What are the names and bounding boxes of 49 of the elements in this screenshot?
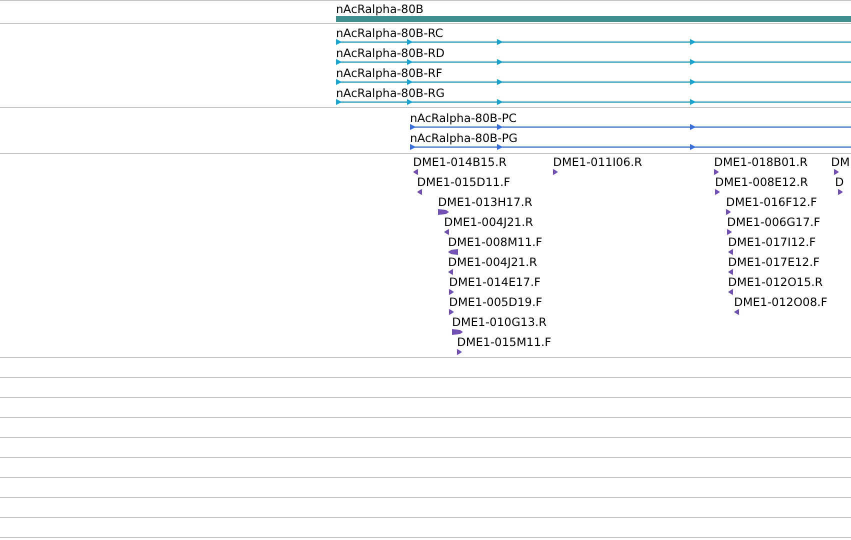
right-arrow-icon: [457, 349, 462, 355]
right-arrow-icon: [452, 329, 463, 335]
feature-label: DME1-008M11.F: [448, 235, 542, 249]
feature-label: nAcRalpha-80B-PC: [410, 111, 517, 125]
feature-label: DM: [831, 155, 850, 169]
feature-label: DME1-005D19.F: [449, 295, 542, 309]
right-arrow-icon: [727, 229, 732, 235]
feature-label: D: [835, 175, 844, 189]
feature-label: DME1-017E12.F: [728, 255, 820, 269]
right-arrow-icon: [834, 169, 839, 175]
left-arrow-icon: [734, 309, 739, 315]
left-arrow-icon: [448, 249, 458, 255]
right-arrow-icon: [714, 169, 719, 175]
right-arrow-icon: [438, 209, 449, 215]
left-arrow-icon: [413, 169, 418, 175]
feature-label: DME1-017I12.F: [728, 235, 816, 249]
feature-label: nAcRalpha-80B-RC: [336, 26, 444, 40]
right-arrow-icon: [726, 209, 731, 215]
feature-label: DME1-004J21.R: [448, 255, 538, 269]
left-arrow-icon: [448, 269, 453, 275]
feature-label: DME1-006G17.F: [727, 215, 820, 229]
right-arrow-icon: [449, 309, 454, 315]
left-arrow-icon: [417, 189, 422, 195]
feature-label: nAcRalpha-80B: [336, 2, 424, 16]
feature-label: DME1-012O08.F: [734, 295, 828, 309]
feature-label: DME1-013H17.R: [438, 195, 532, 209]
feature-label: DME1-011I06.R: [553, 155, 642, 169]
left-arrow-icon: [444, 229, 449, 235]
feature-label: DME1-014E17.F: [449, 275, 541, 289]
feature-label: DME1-008E12.R: [715, 175, 808, 189]
left-arrow-icon: [728, 289, 733, 295]
feature-label: nAcRalpha-80B-RF: [336, 66, 442, 80]
feature-label: DME1-010G13.R: [452, 315, 547, 329]
right-arrow-icon: [449, 289, 454, 295]
feature-label: DME1-015M11.F: [457, 335, 552, 349]
feature-label: nAcRalpha-80B-RG: [336, 86, 445, 100]
left-arrow-icon: [728, 269, 733, 275]
feature-label: nAcRalpha-80B-RD: [336, 46, 445, 60]
feature-label: DME1-018B01.R: [714, 155, 808, 169]
feature-label: DME1-015D11.F: [417, 175, 510, 189]
feature-label: nAcRalpha-80B-PG: [410, 131, 518, 145]
feature-label: DME1-014B15.R: [413, 155, 507, 169]
feature-label: DME1-004J21.R: [444, 215, 534, 229]
feature-label: DME1-016F12.F: [726, 195, 817, 209]
left-arrow-icon: [728, 249, 733, 255]
feature-label: DME1-012O15.R: [728, 275, 823, 289]
right-arrow-icon: [715, 189, 720, 195]
right-arrow-icon: [838, 189, 843, 195]
right-arrow-icon: [553, 169, 558, 175]
